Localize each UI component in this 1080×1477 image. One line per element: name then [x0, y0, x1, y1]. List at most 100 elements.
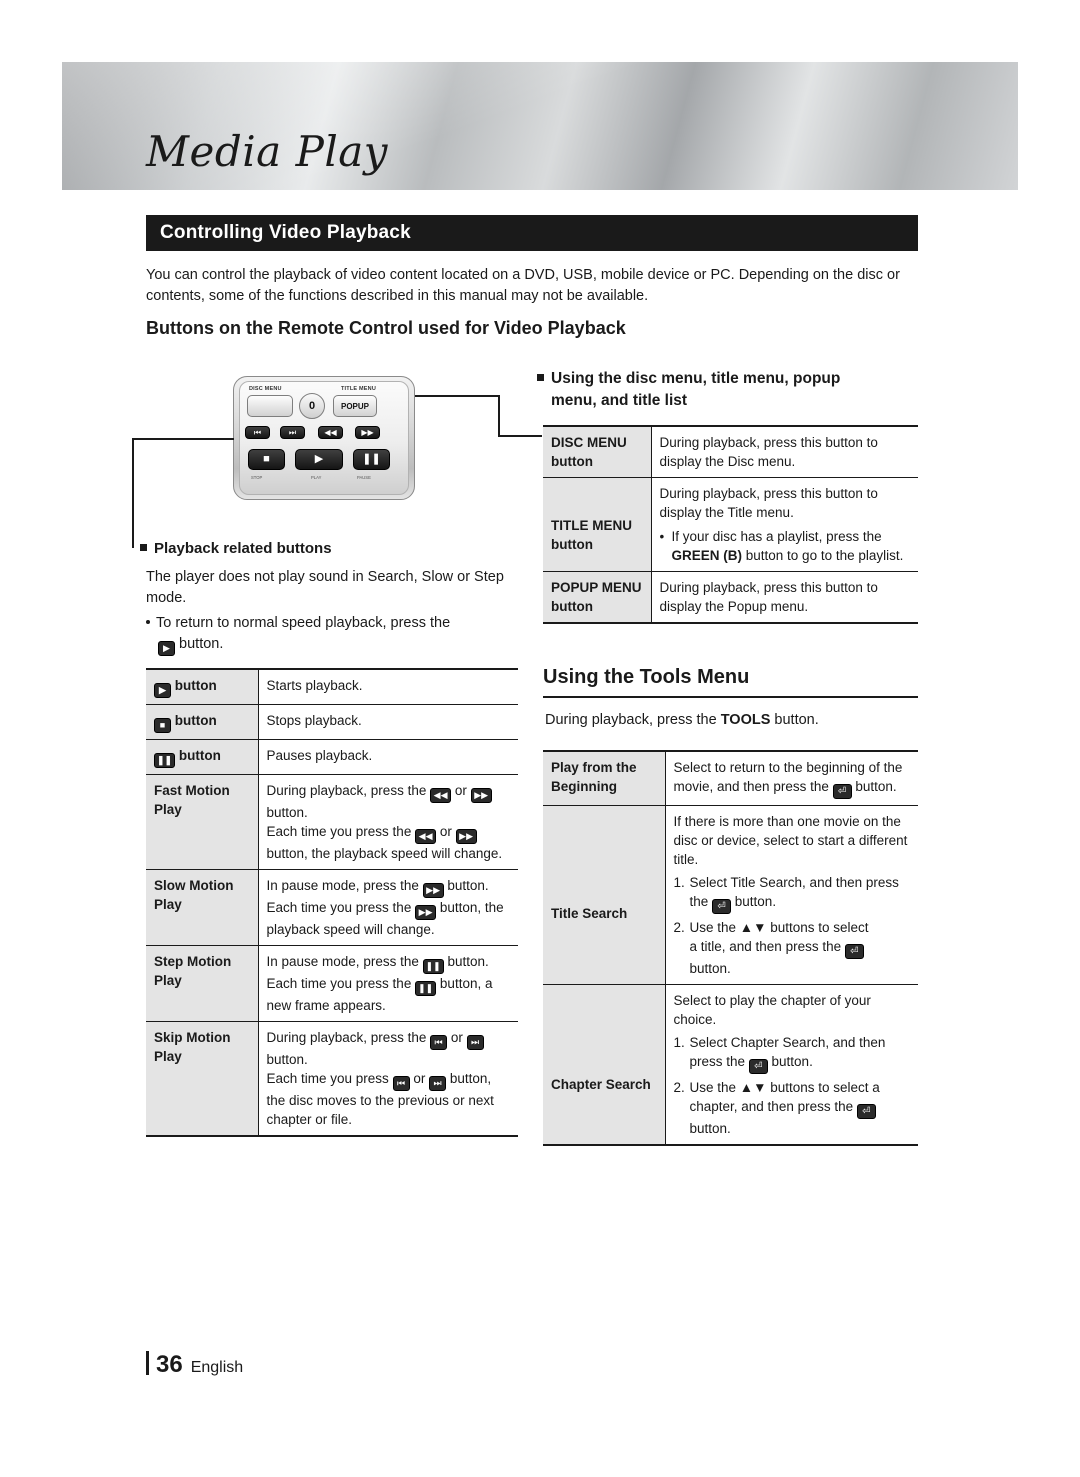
bullet-square-icon — [140, 544, 147, 551]
remote-next-key: ⏭ — [280, 426, 305, 439]
table-row: ❚❚ button Pauses playback. — [146, 739, 518, 775]
section-title-bar: Controlling Video Playback — [146, 215, 918, 251]
row-desc: During playback, press the ◀◀ or ▶▶ butt… — [258, 774, 518, 870]
remote-stop-label: STOP — [251, 475, 263, 480]
stop-key-icon: ■ — [154, 718, 171, 733]
table-row: ▶ button Starts playback. — [146, 668, 518, 705]
prev-key-icon: ⏮ — [430, 1035, 448, 1050]
row-desc: During playback, press this button to dis… — [651, 425, 918, 478]
row-desc: If there is more than one movie on the d… — [665, 805, 918, 985]
next-key-icon: ⏭ — [466, 1035, 484, 1050]
enter-key-icon: ⏎ — [856, 1104, 876, 1119]
intro-paragraph: You can control the playback of video co… — [146, 267, 900, 304]
connector-line-top-v — [498, 395, 500, 437]
row-label: Title Search — [543, 805, 666, 985]
row-label: ■ button — [146, 704, 259, 740]
tools-menu-table: Play from the Beginning Select to return… — [543, 750, 918, 1146]
row-label: DISC MENU button — [543, 425, 652, 478]
prev-key-icon: ⏮ — [392, 1076, 410, 1091]
table-row: POPUP MENU button During playback, press… — [543, 571, 918, 624]
remote-forward-key: ▶▶ — [355, 426, 380, 439]
bullet-square-icon — [537, 374, 544, 381]
row-desc: During playback, press this button to dis… — [651, 477, 918, 572]
row-desc: Stops playback. — [258, 704, 518, 740]
row-desc: In pause mode, press the ▶▶ button. Each… — [258, 869, 518, 946]
enter-key-icon: ⏎ — [832, 784, 852, 799]
page-number: 36 — [156, 1351, 183, 1378]
remote-pause-key: ❚❚ — [353, 449, 390, 470]
list-item: 1. Select Chapter Search, and then press t… — [673, 1035, 886, 1074]
table-row: Slow Motion Play In pause mode, press th… — [146, 869, 518, 946]
table-row: Step Motion Play In pause mode, press th… — [146, 945, 518, 1022]
enter-key-icon: ⏎ — [748, 1059, 768, 1074]
page-title: Media Play — [146, 127, 389, 176]
pause-key-icon: ❚❚ — [415, 981, 437, 996]
remote-disc-menu-button — [247, 395, 293, 417]
playback-bullet: To return to normal speed playback, pres… — [146, 613, 526, 656]
row-label: Skip Motion Play — [146, 1021, 259, 1137]
remote-disc-menu-label: DISC MENU — [249, 386, 282, 392]
manual-page: Media Play Controlling Video Playback Yo… — [0, 0, 1080, 1477]
remote-play-key: ▶ — [295, 449, 343, 470]
row-desc: Select to play the chapter of your choic… — [665, 984, 918, 1146]
enter-key-icon: ⏎ — [844, 944, 864, 959]
subheading: Buttons on the Remote Control used for V… — [146, 318, 626, 338]
row-label: ❚❚ button — [146, 739, 259, 775]
table-row: Title Search If there is more than one m… — [543, 805, 918, 985]
page-footer: 36 English — [146, 1348, 243, 1379]
forward-key-icon: ▶▶ — [455, 829, 477, 844]
table-row: Fast Motion Play During playback, press … — [146, 774, 518, 870]
remote-pause-label: PAUSE — [357, 475, 371, 480]
remote-play-label: PLAY — [311, 475, 322, 480]
list-item: 2. Use the ▲▼ buttons to select a title, a… — [673, 920, 869, 976]
remote-rewind-key: ◀◀ — [318, 426, 343, 439]
row-label: TITLE MENU button — [543, 477, 652, 572]
row-desc: Select to return to the beginning of the… — [665, 750, 918, 806]
menu-buttons-table: DISC MENU button During playback, press … — [543, 425, 918, 624]
row-label: POPUP MENU button — [543, 571, 652, 624]
enter-key-icon: ⏎ — [712, 899, 732, 914]
table-row: Play from the Beginning Select to return… — [543, 750, 918, 806]
row-label: Play from the Beginning — [543, 750, 666, 806]
remote-stop-key: ■ — [248, 449, 285, 470]
row-desc: During playback, press this button to dis… — [651, 571, 918, 624]
table-row: DISC MENU button During playback, press … — [543, 425, 918, 478]
next-key-icon: ⏭ — [429, 1076, 447, 1091]
row-label: Step Motion Play — [146, 945, 259, 1022]
pause-key-icon: ❚❚ — [154, 753, 176, 768]
remote-center-button: 0 — [299, 393, 325, 419]
menu-section-heading: Using the disc menu, title menu, popup m… — [537, 368, 927, 412]
playback-related-heading: Playback related buttons — [140, 540, 332, 557]
tools-heading-rule — [543, 696, 918, 698]
dot-icon — [146, 620, 150, 624]
remote-control-illustration: DISC MENU TITLE MENU 0 POPUP ⏮ ⏭ ◀◀ ▶▶ ■… — [233, 376, 415, 500]
tools-menu-heading: Using the Tools Menu — [543, 666, 750, 688]
row-desc: Starts playback. — [258, 668, 518, 705]
pause-key-icon: ❚❚ — [422, 959, 444, 974]
row-desc: Pauses playback. — [258, 739, 518, 775]
remote-popup-button: POPUP — [333, 395, 377, 417]
playback-buttons-table: ▶ button Starts playback. ■ button Stops… — [146, 668, 518, 1137]
list-item: 2. Use the ▲▼ buttons to select a chapter,… — [673, 1080, 880, 1136]
footer-language: English — [190, 1359, 244, 1376]
table-row: Chapter Search Select to play the chapte… — [543, 984, 918, 1146]
tools-intro: During playback, press the TOOLS button. — [545, 712, 819, 728]
connector-line-top-h2 — [498, 435, 542, 437]
footer-bar — [146, 1351, 149, 1375]
row-label: Chapter Search — [543, 984, 666, 1146]
play-key-icon: ▶ — [158, 641, 175, 656]
forward-key-icon: ▶▶ — [470, 788, 492, 803]
connector-line-bottom-h — [132, 438, 234, 440]
steps-list: 1. Select Title Search, and then press the… — [674, 873, 911, 978]
row-label: Slow Motion Play — [146, 869, 259, 946]
connector-line-top-h — [415, 395, 500, 397]
rewind-key-icon: ◀◀ — [415, 829, 437, 844]
table-row: Skip Motion Play During playback, press … — [146, 1021, 518, 1137]
remote-prev-key: ⏮ — [245, 426, 270, 439]
row-desc: During playback, press the ⏮ or ⏭ button… — [258, 1021, 518, 1137]
rewind-key-icon: ◀◀ — [430, 788, 452, 803]
page-banner: Media Play — [62, 62, 1018, 190]
forward-key-icon: ▶▶ — [415, 905, 437, 920]
row-label: ▶ button — [146, 668, 259, 705]
forward-key-icon: ▶▶ — [422, 883, 444, 898]
